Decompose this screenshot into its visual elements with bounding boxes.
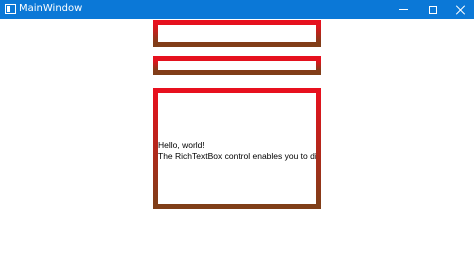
close-icon — [456, 5, 466, 15]
paragraph-description: The RichTextBox control enables you to d… — [158, 151, 316, 161]
maximize-button[interactable] — [418, 0, 447, 19]
paragraph-hello: Hello, world! — [158, 140, 205, 150]
minimize-icon — [399, 9, 408, 10]
window-title: MainWindow — [19, 3, 83, 14]
rich-text-content: Hello, world! The RichTextBox control en… — [158, 140, 316, 162]
title-bar[interactable]: MainWindow — [0, 0, 474, 19]
rich-text-box-1[interactable] — [153, 20, 321, 47]
minimize-button[interactable] — [389, 0, 418, 19]
app-window-icon[interactable] — [5, 4, 16, 14]
rich-text-box-2[interactable] — [153, 56, 321, 75]
rich-text-box-3[interactable]: Hello, world! The RichTextBox control en… — [153, 88, 321, 209]
maximize-icon — [428, 5, 437, 14]
main-window: MainWindow Hello, world! The RichTextBox… — [0, 0, 474, 267]
close-button[interactable] — [447, 0, 474, 19]
